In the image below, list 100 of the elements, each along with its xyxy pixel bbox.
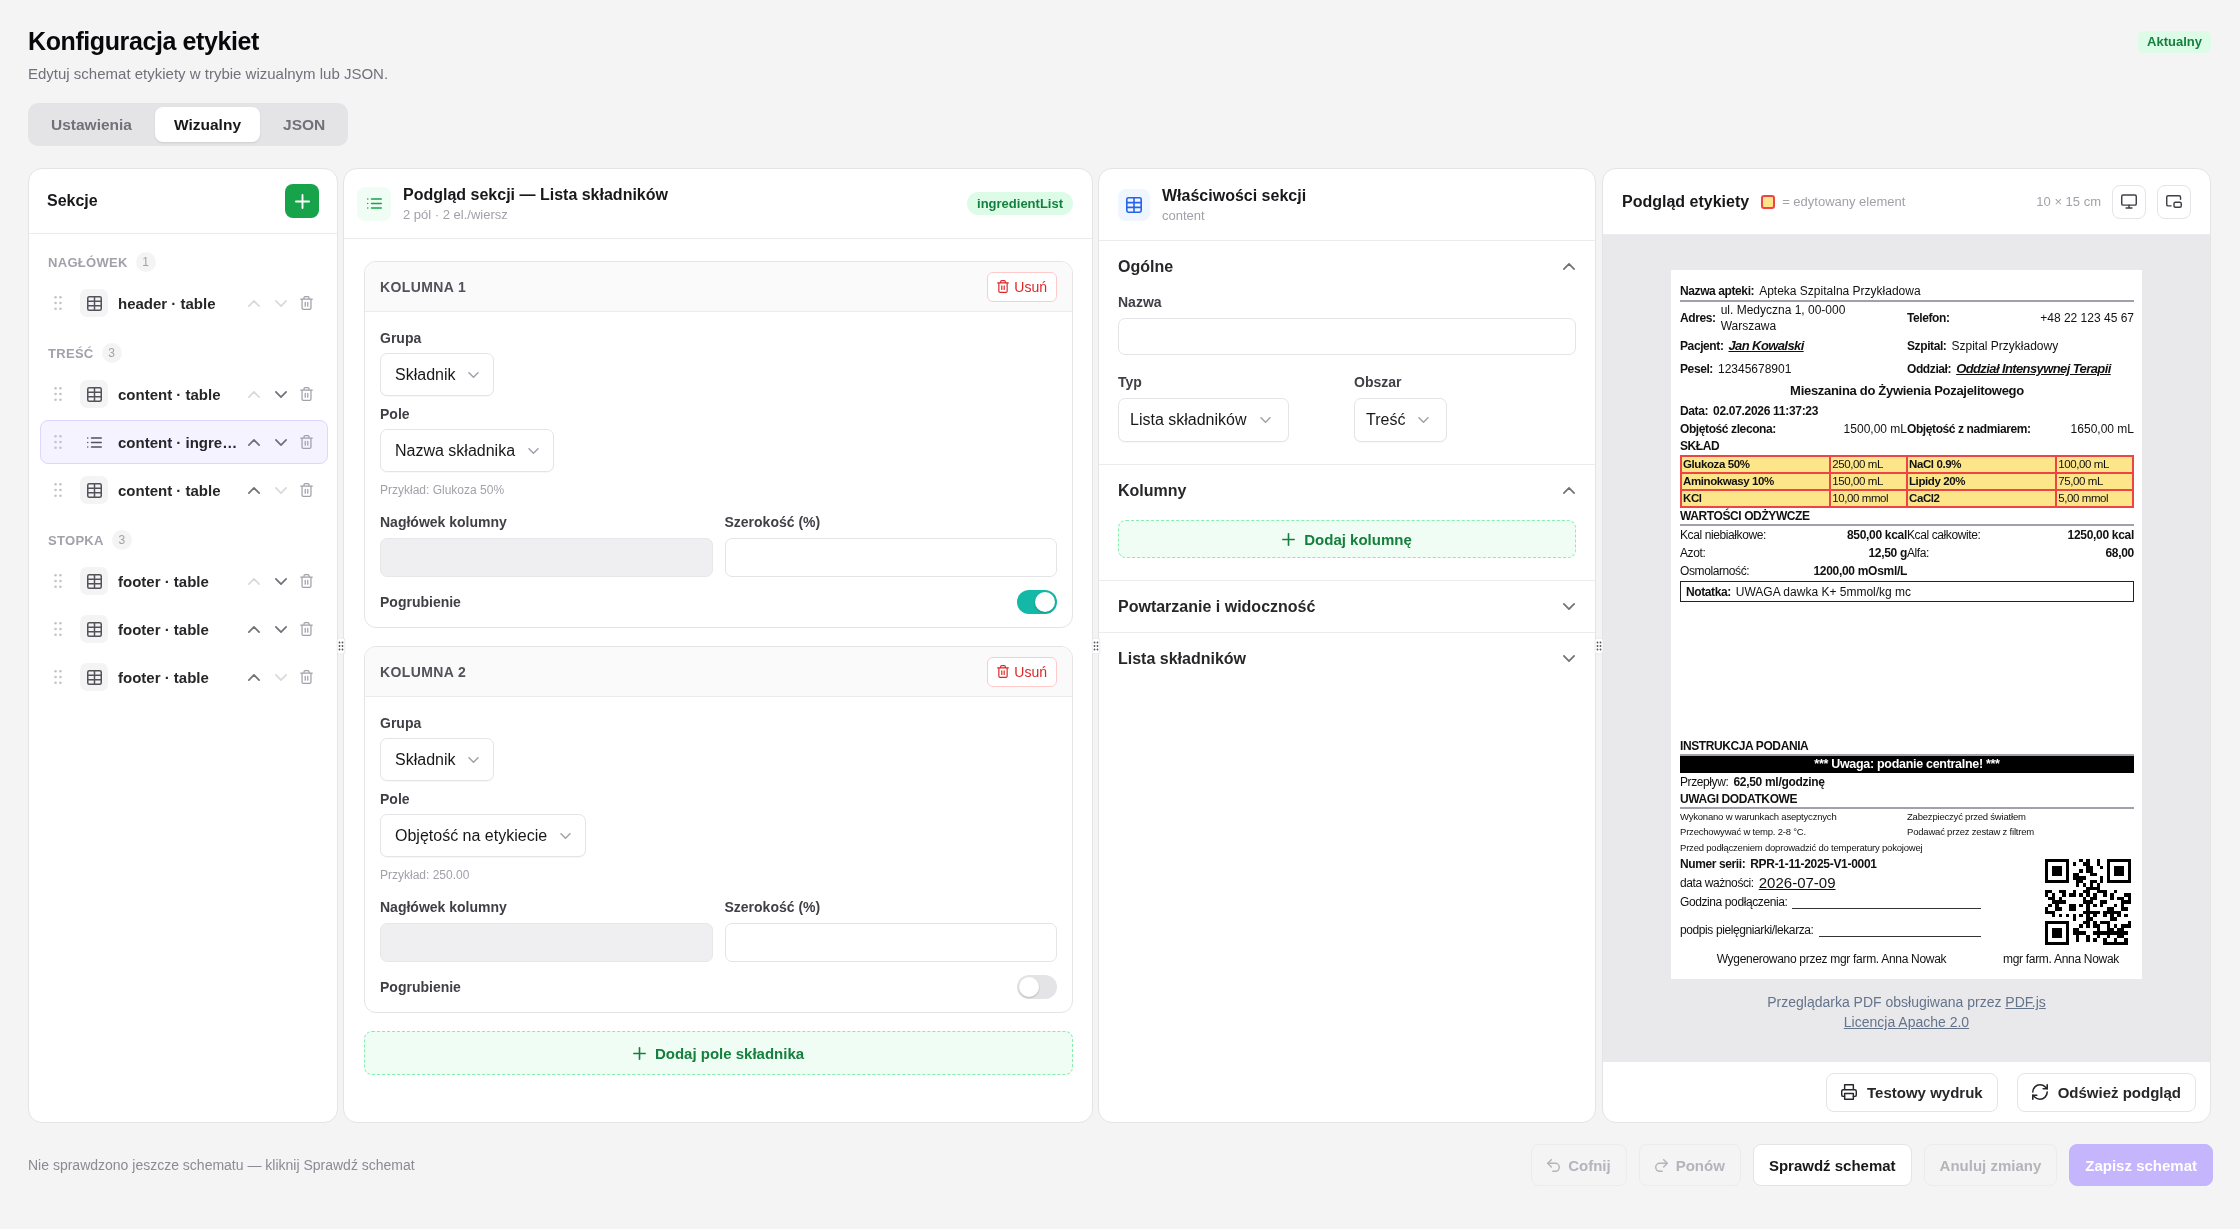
test-print-button[interactable]: Testowy wydruk <box>1826 1072 1998 1112</box>
toggle-switch[interactable] <box>1017 975 1057 999</box>
section-heading: UWAGI DODATKOWE <box>1680 790 2134 809</box>
field-value: 1500,00 mL <box>1843 421 1907 437</box>
field-label: Przepływ: <box>1680 773 1729 791</box>
field-value: 1200,00 mOsml/L <box>1813 563 1907 579</box>
trash-icon <box>997 665 1010 678</box>
list-icon <box>357 186 391 221</box>
action-button[interactable]: Sprawdź schemat <box>1752 1144 1912 1186</box>
remove-button[interactable]: Usuń <box>987 656 1057 687</box>
license-link[interactable]: Licencja Apache 2.0 <box>1843 1014 1970 1030</box>
chevron-down-icon[interactable] <box>275 390 287 398</box>
viewer-credit: Przeglądarka PDF obsługiwana przez PDF.js <box>1767 993 2046 1012</box>
group-heading: STOPKA <box>48 532 104 548</box>
chevron-down-icon[interactable] <box>275 438 287 446</box>
resize-handle-icon[interactable] <box>1594 637 1604 654</box>
chevron-up-icon[interactable] <box>248 438 260 446</box>
desktop-view-button[interactable] <box>2112 184 2146 219</box>
chevron-down-icon <box>1418 417 1430 423</box>
credit-link[interactable]: PDF.js <box>2005 994 2046 1010</box>
trash-icon[interactable] <box>300 435 313 449</box>
section-item[interactable]: footer · table <box>40 655 328 699</box>
text-input[interactable] <box>724 923 1057 962</box>
drag-handle-icon[interactable] <box>54 435 62 449</box>
drag-handle-icon[interactable] <box>54 483 62 497</box>
field-value: ul. Medyczna 1, 00-000 Warszawa <box>1720 302 1847 334</box>
chevron-down-icon[interactable] <box>275 625 287 633</box>
size-text: 10 × 15 cm <box>2036 194 2101 209</box>
fill-in-line[interactable] <box>1818 934 1981 937</box>
add-column-button[interactable]: Dodaj kolumnę <box>1118 520 1576 558</box>
refresh-button[interactable]: Odśwież podgląd <box>2016 1072 2196 1112</box>
field-value: Oddział Intensywnej Terapii <box>1956 360 2111 378</box>
page-title: Konfiguracja etykiet <box>28 26 260 57</box>
window-view-button[interactable] <box>2157 184 2191 219</box>
section-label: content · table <box>118 481 222 499</box>
chevron-down-icon[interactable] <box>275 577 287 585</box>
trash-icon[interactable] <box>300 387 313 401</box>
section-heading: WARTOŚCI ODŻYWCZE <box>1680 508 2134 526</box>
field-value: 850,00 kcal <box>1846 527 1907 543</box>
section-toggle[interactable]: Lista składników <box>1099 633 1595 684</box>
field-label: Osmolarność: <box>1680 563 1750 580</box>
column-title: KOLUMNA 2 <box>380 663 467 680</box>
section-toggle[interactable]: Powtarzanie i widoczność <box>1099 581 1595 632</box>
section-toggle[interactable]: Ogólne <box>1099 241 1595 292</box>
table-icon <box>80 615 108 643</box>
dropdown[interactable]: Składnik <box>380 738 495 781</box>
text-input[interactable] <box>1118 318 1576 355</box>
plus-icon <box>632 1046 646 1060</box>
drag-handle-icon[interactable] <box>54 387 62 401</box>
panel-subtitle: 2 pól · 2 el./wiersz <box>403 205 509 223</box>
text-input[interactable] <box>724 538 1057 577</box>
field-label: Numer serii: <box>1680 856 1746 873</box>
drag-handle-icon[interactable] <box>54 296 62 310</box>
tab[interactable]: Wizualny <box>155 107 261 142</box>
chevron-down-icon <box>468 756 480 763</box>
field-label: Adres: <box>1680 310 1716 327</box>
fill-in-line[interactable] <box>1792 906 1981 909</box>
section-item[interactable]: content · table <box>40 372 328 416</box>
remove-button[interactable]: Usuń <box>987 271 1057 302</box>
chevron-down-icon <box>560 832 572 839</box>
field-label: Szerokość (%) <box>724 513 822 532</box>
dropdown[interactable]: Objętość na etykiecie <box>380 814 587 857</box>
section-item[interactable]: content · table <box>40 468 328 512</box>
drag-handle-icon[interactable] <box>54 670 62 684</box>
field-value: 12,50 g <box>1868 545 1907 561</box>
dropdown[interactable]: Lista składników <box>1118 398 1289 442</box>
hint-text: Przykład: Glukoza 50% <box>380 482 506 498</box>
drag-handle-icon[interactable] <box>54 574 62 588</box>
drag-handle-icon[interactable] <box>54 622 62 636</box>
dropdown[interactable]: Nazwa składnika <box>380 429 555 472</box>
resize-handle-icon[interactable] <box>336 637 345 654</box>
section-toggle[interactable]: Kolumny <box>1099 465 1595 516</box>
dropdown[interactable]: Treść <box>1354 398 1448 442</box>
qr-code-icon <box>2045 859 2131 945</box>
dropdown[interactable]: Składnik <box>380 353 495 396</box>
trash-icon[interactable] <box>300 574 313 588</box>
plus-icon <box>294 193 310 209</box>
chevron-up-icon[interactable] <box>248 673 260 681</box>
section-item[interactable]: footer · table <box>40 559 328 603</box>
chevron-up-icon[interactable] <box>248 625 260 633</box>
toggle-switch[interactable] <box>1017 590 1057 614</box>
add-field-button[interactable]: Dodaj pole składnika <box>364 1031 1073 1075</box>
resize-handle-icon[interactable] <box>1091 637 1100 654</box>
section-item[interactable]: footer · table <box>40 607 328 651</box>
add-section-button[interactable] <box>285 184 319 218</box>
chevron-up-icon[interactable] <box>248 486 260 494</box>
field-label: Telefon: <box>1907 310 1950 327</box>
tab[interactable]: JSON <box>264 107 345 142</box>
field-label: podpis pielęgniarki/lekarza: <box>1680 922 1814 939</box>
field-label: Kcal całkowite: <box>1907 527 1981 544</box>
trash-icon[interactable] <box>300 296 313 310</box>
trash-icon[interactable] <box>300 670 313 684</box>
section-item[interactable]: content · ingre… <box>40 420 328 464</box>
trash-icon[interactable] <box>300 483 313 497</box>
section-item[interactable]: header · table <box>40 281 328 325</box>
tab[interactable]: Ustawienia <box>32 107 151 142</box>
monitor-icon <box>2121 194 2137 209</box>
panel-title: Właściwości sekcji <box>1162 185 1307 206</box>
undo-icon <box>1547 1158 1561 1172</box>
trash-icon[interactable] <box>300 622 313 636</box>
